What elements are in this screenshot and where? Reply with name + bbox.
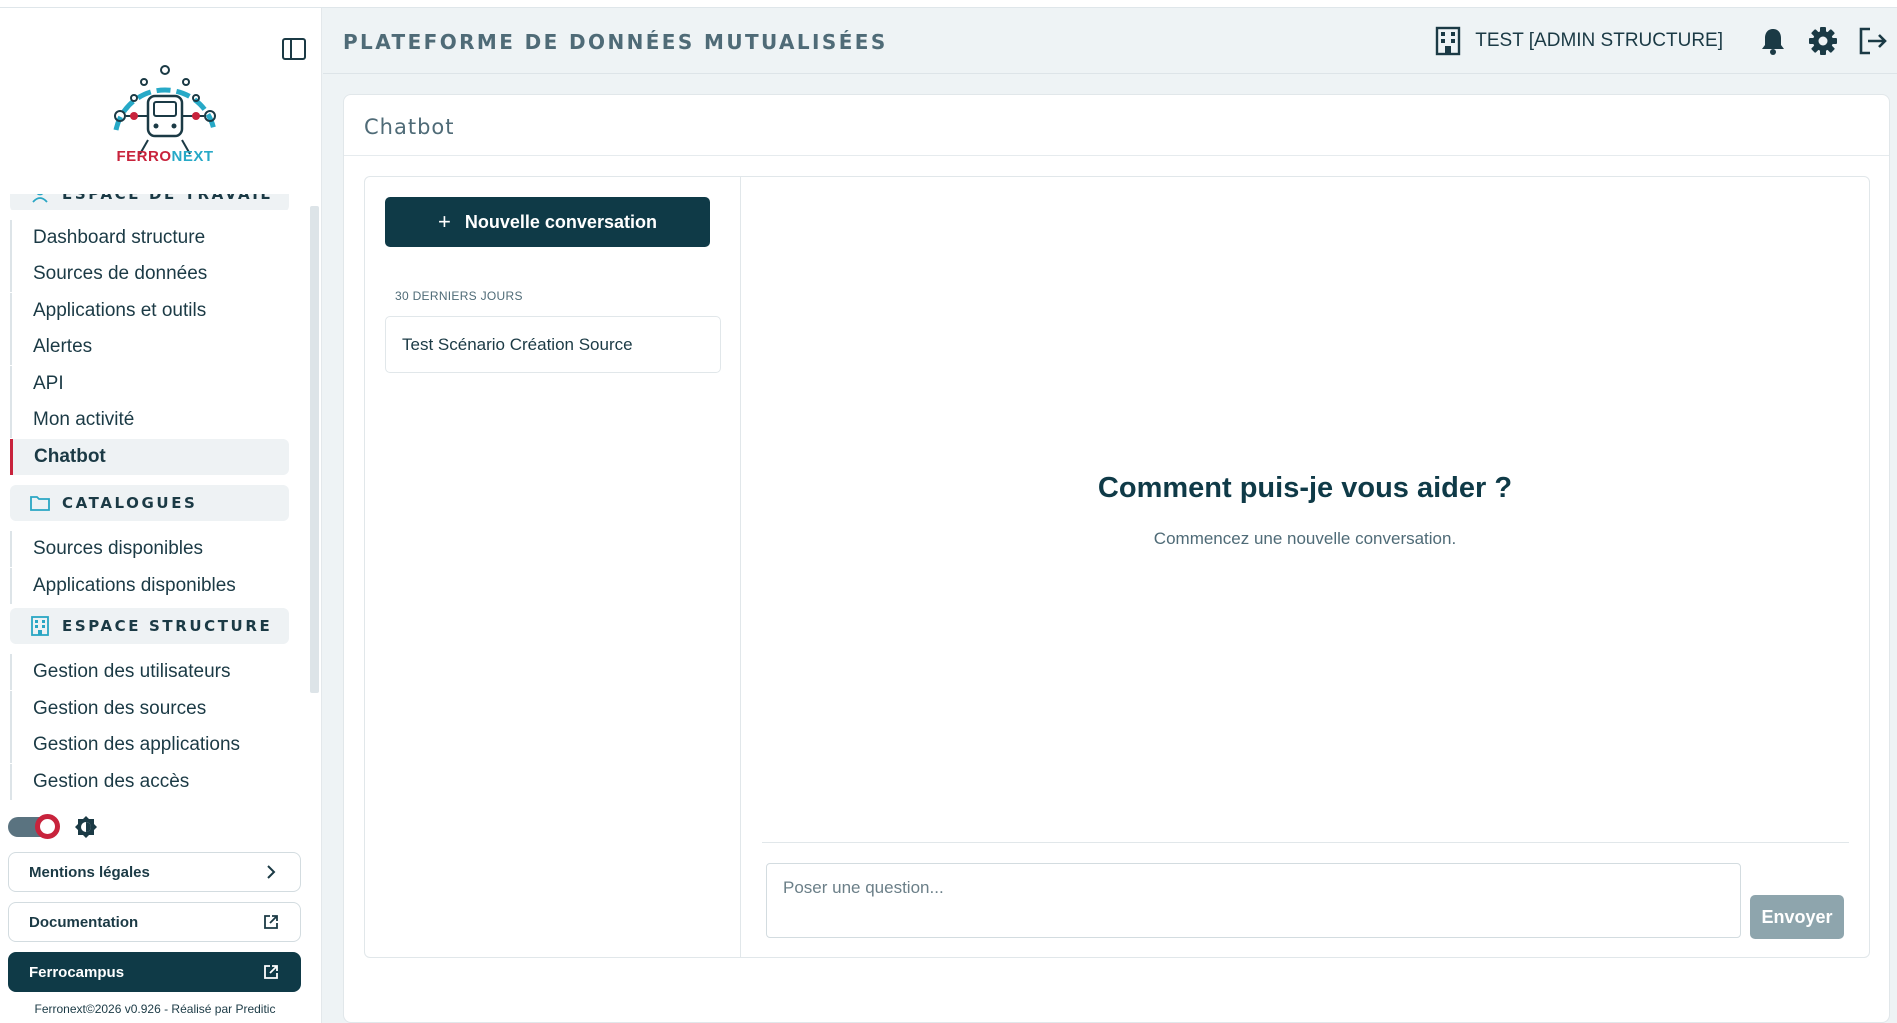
chevron-right-icon bbox=[267, 865, 276, 879]
card-divider bbox=[344, 155, 1889, 156]
ferrocampus-button[interactable]: Ferrocampus bbox=[8, 952, 301, 992]
documentation-button[interactable]: Documentation bbox=[8, 902, 301, 942]
sidebar-item-alertes[interactable]: Alertes bbox=[10, 329, 289, 365]
sidebar-item-gestion-sources[interactable]: Gestion des sources bbox=[10, 691, 289, 727]
sidebar-item-sources[interactable]: Sources de données bbox=[10, 256, 289, 292]
notifications-button[interactable] bbox=[1757, 25, 1789, 57]
sidebar-toggle-icon[interactable] bbox=[282, 38, 306, 60]
sidebar-item-applications[interactable]: Applications et outils bbox=[10, 293, 289, 329]
page-title: Chatbot bbox=[364, 115, 455, 139]
empty-state-subtitle: Commencez une nouvelle conversation. bbox=[1153, 529, 1457, 548]
empty-state-title: Comment puis-je vous aider ? bbox=[1097, 472, 1513, 504]
external-link-icon bbox=[264, 965, 278, 979]
external-link-icon bbox=[264, 915, 278, 929]
sidebar-scrollbar[interactable] bbox=[310, 206, 319, 693]
contrast-icon bbox=[75, 816, 97, 838]
sidebar-item-chatbot[interactable]: Chatbot bbox=[10, 439, 289, 475]
gear-icon bbox=[1809, 27, 1837, 55]
logo-wordmark: FERRONEXT bbox=[116, 148, 214, 165]
sidebar-item-gestion-applications[interactable]: Gestion des applications bbox=[10, 727, 289, 763]
sidebar-item-applications-disponibles[interactable]: Applications disponibles bbox=[10, 568, 289, 604]
conversation-item[interactable]: Test Scénario Création Source bbox=[385, 316, 721, 373]
building-icon bbox=[1436, 26, 1461, 56]
top-header: PLATEFORME DE DONNÉES MUTUALISÉES TEST [… bbox=[323, 8, 1897, 74]
sidebar-item-dashboard[interactable]: Dashboard structure bbox=[10, 220, 289, 256]
section-workspace-clip: ESPACE DE TRAVAIL bbox=[0, 194, 322, 210]
logout-button[interactable] bbox=[1857, 25, 1889, 57]
sidebar-item-api[interactable]: API bbox=[10, 366, 289, 402]
logout-icon bbox=[1859, 27, 1887, 55]
new-conversation-button[interactable]: + Nouvelle conversation bbox=[385, 197, 710, 247]
sidebar: FERRONEXT ESPACE DE TRAVAIL Dashboard st… bbox=[0, 8, 322, 1023]
conversation-list: + Nouvelle conversation 30 DERNIERS JOUR… bbox=[365, 177, 741, 957]
header-actions: TEST [ADMIN STRUCTURE] bbox=[1435, 24, 1897, 58]
building-icon bbox=[30, 616, 50, 636]
sidebar-item-gestion-acces[interactable]: Gestion des accès bbox=[10, 764, 289, 800]
app-title: PLATEFORME DE DONNÉES MUTUALISÉES bbox=[343, 30, 888, 54]
chatbot-card: Chatbot + Nouvelle conversation 30 DERNI… bbox=[343, 94, 1890, 1023]
plus-icon: + bbox=[438, 209, 451, 234]
user-label: TEST [ADMIN STRUCTURE] bbox=[1475, 30, 1723, 51]
chat-panel: + Nouvelle conversation 30 DERNIERS JOUR… bbox=[364, 176, 1870, 958]
section-catalogues: CATALOGUES bbox=[10, 485, 289, 521]
theme-toggle[interactable] bbox=[8, 814, 60, 839]
sidebar-item-sources-disponibles[interactable]: Sources disponibles bbox=[10, 531, 289, 567]
user-icon bbox=[30, 194, 50, 204]
current-user[interactable]: TEST [ADMIN STRUCTURE] bbox=[1435, 26, 1723, 56]
theme-switcher bbox=[8, 814, 98, 840]
folder-icon bbox=[30, 493, 50, 513]
question-input[interactable] bbox=[766, 863, 1741, 938]
ferronext-logo: FERRONEXT bbox=[104, 60, 226, 178]
logo-train-icon bbox=[113, 65, 217, 155]
section-structure: ESPACE STRUCTURE bbox=[10, 608, 289, 644]
send-button[interactable]: Envoyer bbox=[1750, 895, 1844, 939]
bell-icon bbox=[1762, 29, 1784, 55]
section-workspace: ESPACE DE TRAVAIL bbox=[10, 194, 289, 210]
input-divider bbox=[762, 842, 1849, 843]
top-strip bbox=[0, 0, 1897, 8]
toggle-knob bbox=[35, 814, 60, 839]
mentions-legales-button[interactable]: Mentions légales bbox=[8, 852, 301, 892]
sidebar-item-activite[interactable]: Mon activité bbox=[10, 402, 289, 438]
sidebar-item-gestion-utilisateurs[interactable]: Gestion des utilisateurs bbox=[10, 654, 289, 690]
settings-button[interactable] bbox=[1807, 25, 1839, 57]
conversation-group-label: 30 DERNIERS JOURS bbox=[395, 289, 523, 303]
footer-text: Ferronext©2026 v0.926 - Réalisé par Pred… bbox=[34, 1002, 276, 1016]
